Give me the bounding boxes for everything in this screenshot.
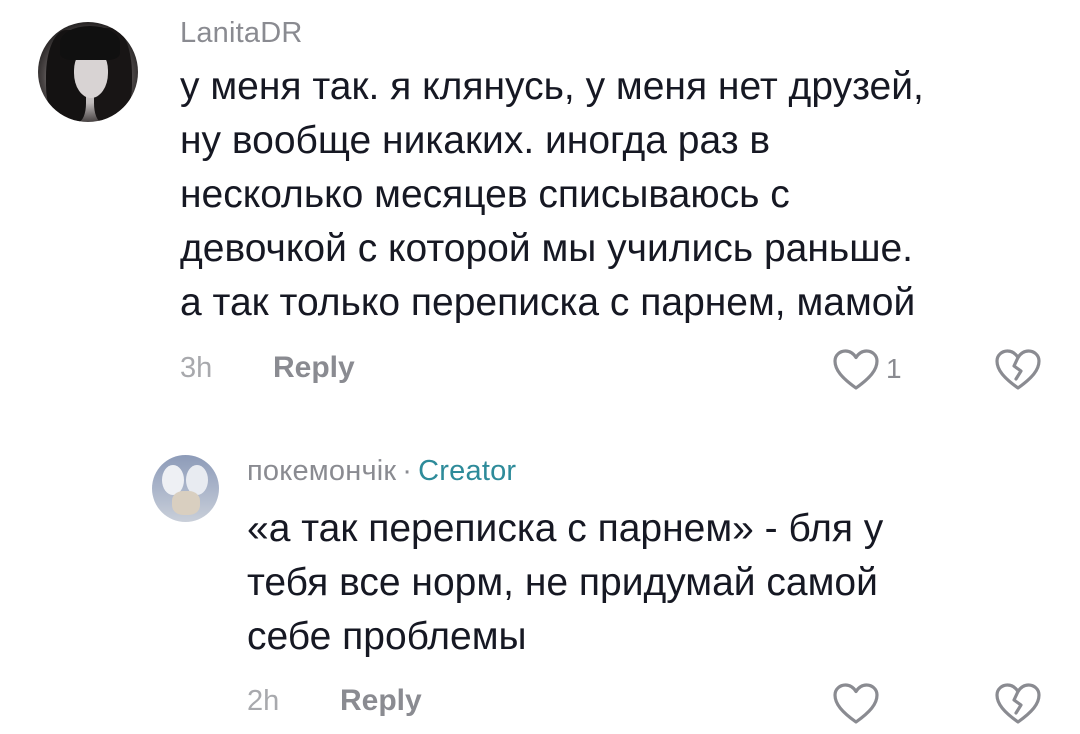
separator-dot: · (402, 455, 413, 487)
comment-text: у меня так. я клянусь, у меня нет друзей… (180, 60, 924, 330)
comment-text-line: девочкой с которой мы учились раньше. (180, 227, 914, 270)
comment-text: «а так переписка с парнем» - бля у тебя … (247, 502, 883, 664)
like-count: 1 (886, 353, 902, 384)
avatar-shape (172, 491, 200, 515)
comment-text-line: «а так переписка с парнем» - бля у (247, 507, 884, 550)
heart-outline-icon[interactable] (832, 348, 880, 392)
comment-username[interactable]: покемончік (247, 455, 396, 487)
reply-button[interactable]: Reply (340, 684, 422, 718)
broken-heart-icon[interactable] (994, 682, 1042, 726)
comment-text-line: несколько месяцев списываюсь с (180, 173, 790, 216)
heart-outline-icon[interactable] (832, 682, 880, 726)
comment-text-line: а так только переписка с парнем, мамой (180, 281, 916, 324)
comment-item: LanitaDR у меня так. я клянусь, у меня н… (0, 0, 1080, 420)
avatar[interactable] (38, 22, 138, 122)
broken-heart-icon[interactable] (994, 348, 1042, 392)
comment-timestamp: 2h (247, 685, 280, 717)
comment-text-line: тебя все норм, не придумай самой (247, 561, 878, 604)
comment-username[interactable]: LanitaDR (180, 17, 303, 50)
comment-timestamp: 3h (180, 352, 213, 384)
creator-badge: Creator (418, 455, 517, 487)
reply-button[interactable]: Reply (273, 351, 355, 385)
avatar-fringe (60, 26, 120, 60)
comment-text-line: у меня так. я клянусь, у меня нет друзей… (180, 65, 924, 108)
comment-username-row: покемончік · Creator (247, 455, 516, 488)
avatar[interactable] (152, 455, 219, 522)
comment-text-line: себе проблемы (247, 615, 527, 658)
comment-text-line: ну вообще никаких. иногда раз в (180, 119, 771, 162)
